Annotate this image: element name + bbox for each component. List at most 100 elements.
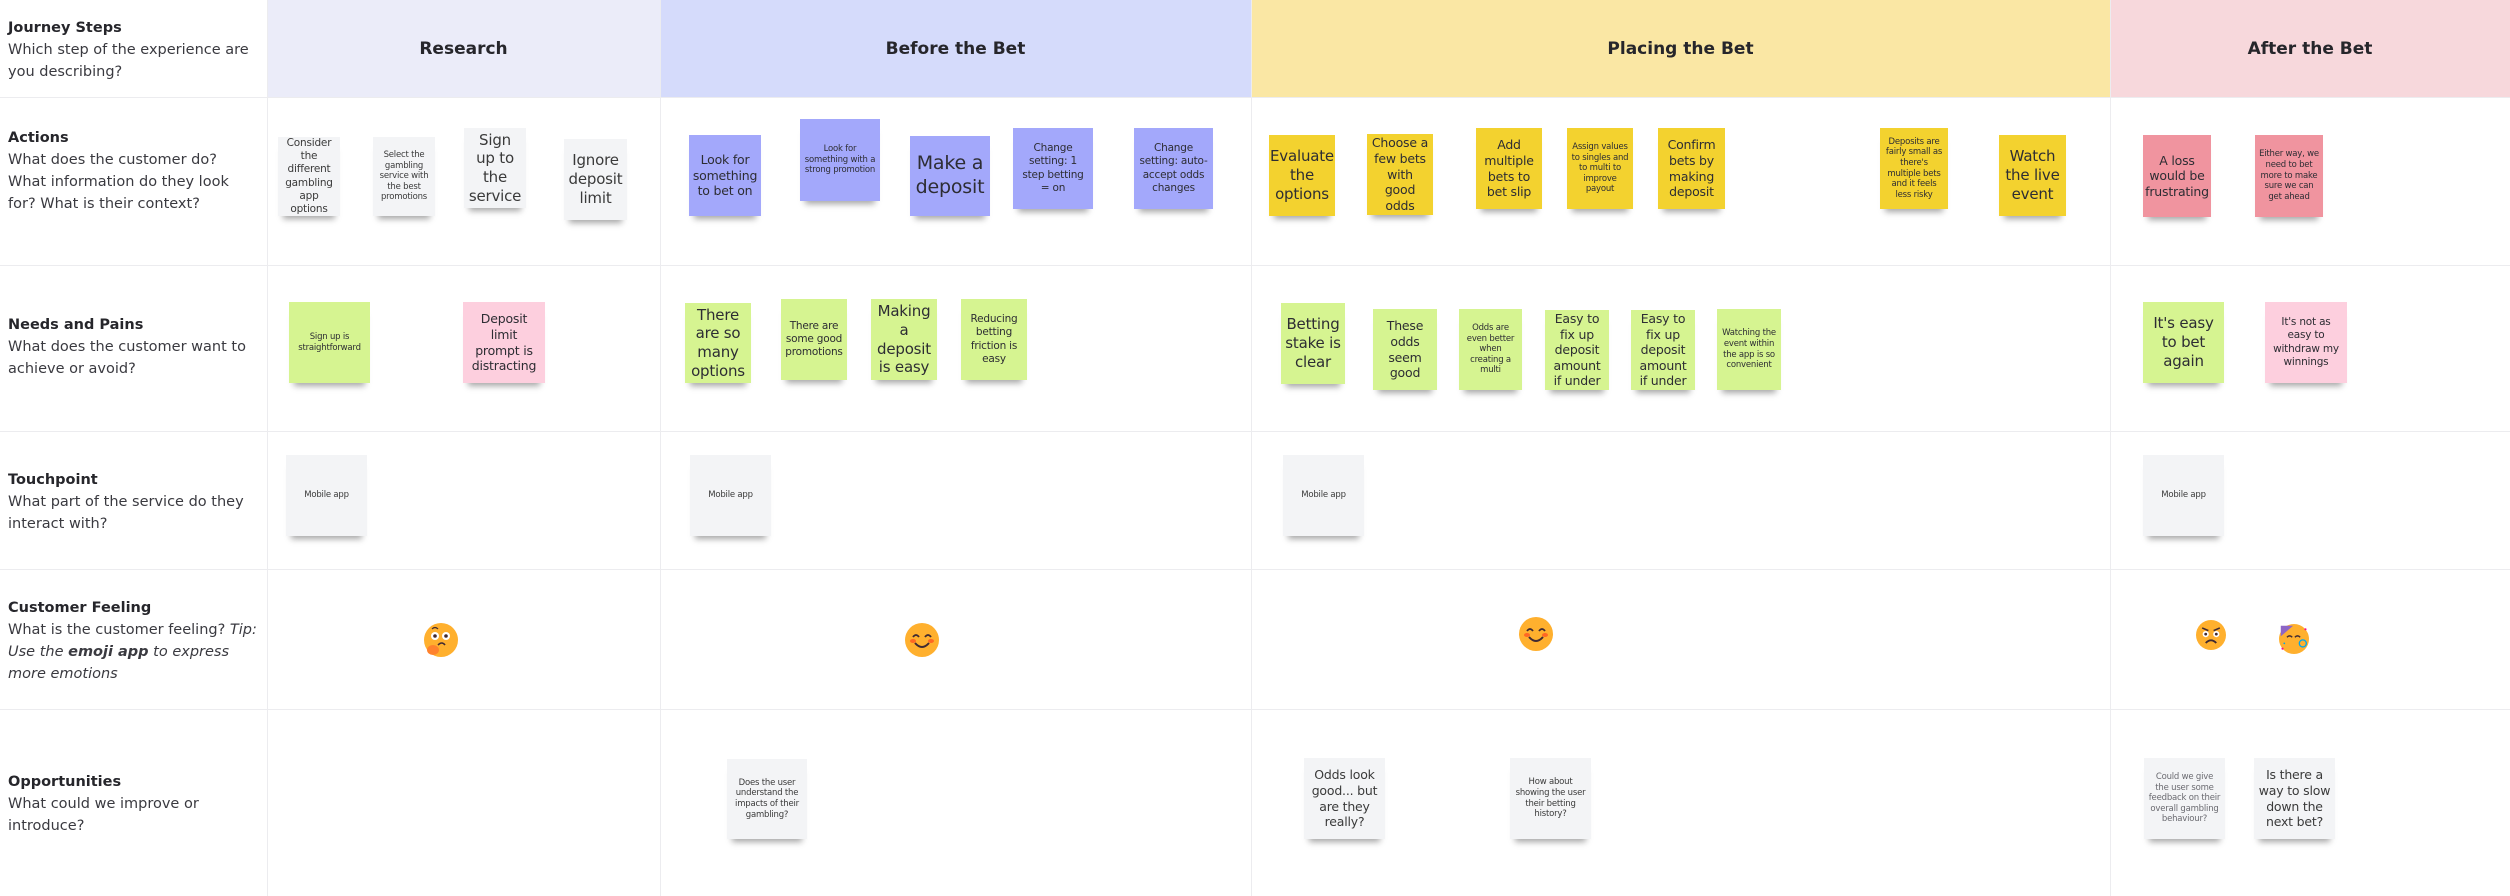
sticky-note[interactable]: Consider the different gambling app opti… [278, 137, 340, 216]
sticky-text: Sign up to the service [468, 130, 522, 205]
sticky-text: Make a deposit [915, 152, 985, 198]
sticky-note[interactable]: Watching the event within the app is so … [1717, 309, 1781, 390]
stage-label: Placing the Bet [1607, 38, 1754, 59]
emoji-app-link[interactable]: emoji app [68, 644, 148, 660]
sticky-note[interactable]: These odds seem good [1373, 309, 1437, 390]
sticky-text: Betting stake is clear [1285, 315, 1341, 371]
sticky-note[interactable]: Sign up to the service [464, 128, 526, 208]
row-label-customer-feeling: Customer Feeling What is the customer fe… [8, 597, 258, 685]
sticky-text: It's not as easy to withdraw my winnings [2273, 316, 2339, 368]
smiling-face-icon[interactable] [905, 623, 939, 657]
grid-divider [2110, 0, 2111, 896]
sticky-note[interactable]: Is there a way to slow down the next bet… [2254, 758, 2335, 839]
grid-divider [0, 265, 2510, 266]
sticky-text: Easy to fix up deposit amount if under [1553, 310, 1601, 389]
sticky-text: Confirm bets by making deposit [1667, 137, 1716, 200]
partying-face-icon[interactable] [2279, 624, 2309, 654]
sticky-note[interactable]: Betting stake is clear [1281, 303, 1345, 384]
sticky-note[interactable]: Look for something with a strong promoti… [800, 119, 880, 201]
row-label-actions: Actions What does the customer do? What … [8, 127, 258, 215]
sticky-note[interactable]: How about showing the user their betting… [1510, 758, 1591, 839]
sticky-note[interactable]: Easy to fix up deposit amount if under [1545, 310, 1609, 390]
sticky-note[interactable]: Watch the live event [1999, 135, 2066, 216]
sticky-text: Mobile app [304, 490, 349, 501]
tip-use: Use the [8, 644, 64, 660]
angry-face-icon[interactable] [2196, 620, 2226, 650]
sticky-note[interactable]: Look for something to bet on [689, 135, 761, 216]
row-label-journey-steps: Journey Steps Which step of the experien… [8, 17, 258, 83]
row-title: Touchpoint [8, 472, 98, 488]
stage-header-after-the-bet[interactable]: After the Bet [2110, 0, 2510, 97]
stage-label: After the Bet [2247, 38, 2373, 59]
sticky-text: Could we give the user some feedback on … [2148, 771, 2221, 825]
stage-label: Before the Bet [885, 38, 1026, 59]
sticky-text: A loss would be frustrating [2145, 152, 2209, 199]
sticky-note[interactable]: Evaluate the options [1269, 135, 1335, 216]
sticky-note[interactable]: Odds look good... but are they really? [1304, 758, 1385, 839]
row-title: Journey Steps [8, 20, 122, 36]
row-label-needs-and-pains: Needs and Pains What does the customer w… [8, 314, 258, 380]
sticky-note[interactable]: Choose a few bets with good odds [1367, 134, 1433, 215]
sticky-note[interactable]: Does the user understand the impacts of … [727, 759, 807, 839]
sticky-note[interactable]: Mobile app [690, 455, 771, 536]
sticky-note[interactable]: Deposit limit prompt is distracting [463, 302, 545, 383]
sticky-note[interactable]: A loss would be frustrating [2143, 135, 2211, 217]
sticky-note[interactable]: Odds are even better when creating a mul… [1459, 309, 1522, 390]
sticky-note[interactable]: There are some good promotions [781, 299, 847, 380]
sticky-text: Change setting: auto-accept odds changes [1139, 142, 1208, 194]
sticky-note[interactable]: Could we give the user some feedback on … [2144, 758, 2225, 839]
sticky-text: How about showing the user their betting… [1515, 777, 1586, 820]
tip-prefix: Tip: [229, 622, 257, 638]
sticky-note[interactable]: Either way, we need to bet more to make … [2255, 135, 2323, 217]
sticky-note[interactable]: Easy to fix up deposit amount if under [1631, 310, 1695, 390]
sticky-text: Making a deposit is easy [877, 302, 931, 377]
sticky-note[interactable]: Add multiple bets to bet slip [1476, 128, 1542, 209]
sticky-text: Reducing betting friction is easy [970, 313, 1018, 365]
sticky-text: Watching the event within the app is so … [1722, 328, 1776, 371]
sticky-text: Mobile app [1301, 490, 1346, 501]
grid-divider [0, 569, 2510, 570]
sticky-note[interactable]: Mobile app [286, 455, 367, 536]
row-question: What part of the service do they interac… [8, 494, 244, 532]
sticky-text: Easy to fix up deposit amount if under [1639, 310, 1687, 389]
sticky-note[interactable]: Change setting: auto-accept odds changes [1134, 128, 1213, 209]
thinking-face-icon[interactable] [424, 623, 458, 657]
sticky-note[interactable]: Sign up is straightforward [289, 302, 370, 383]
sticky-text: Odds look good... but are they really? [1311, 767, 1378, 830]
sticky-text: Does the user understand the impacts of … [735, 777, 799, 820]
sticky-text: Ignore deposit limit [568, 151, 623, 207]
sticky-note[interactable]: Confirm bets by making deposit [1658, 128, 1725, 209]
sticky-note[interactable]: Change setting: 1 step betting = on [1013, 128, 1093, 209]
sticky-note[interactable]: Deposits are fairly small as there's mul… [1880, 128, 1948, 209]
row-question: What could we improve or introduce? [8, 796, 199, 834]
sticky-text: It's easy to bet again [2153, 314, 2214, 370]
sticky-note[interactable]: Select the gambling service with the bes… [373, 137, 435, 216]
smiling-face-icon[interactable] [1519, 617, 1553, 651]
sticky-note[interactable]: Mobile app [2143, 455, 2224, 536]
row-title: Actions [8, 130, 69, 146]
sticky-note[interactable]: It's not as easy to withdraw my winnings [2265, 302, 2347, 383]
sticky-note[interactable]: Assign values to singles and to multi to… [1567, 128, 1633, 209]
stage-header-research[interactable]: Research [267, 0, 660, 97]
sticky-note[interactable]: Ignore deposit limit [564, 139, 627, 220]
stage-header-before-the-bet[interactable]: Before the Bet [660, 0, 1251, 97]
sticky-note[interactable]: Reducing betting friction is easy [961, 299, 1027, 380]
row-title: Opportunities [8, 774, 122, 790]
sticky-text: Assign values to singles and to multi to… [1571, 141, 1629, 195]
grid-divider [0, 431, 2510, 432]
sticky-text: There are some good promotions [785, 319, 843, 359]
sticky-note[interactable]: There are so many options [685, 303, 751, 383]
sticky-note[interactable]: It's easy to bet again [2143, 302, 2224, 383]
sticky-text: Sign up is straightforward [298, 331, 361, 353]
stage-header-placing-the-bet[interactable]: Placing the Bet [1251, 0, 2110, 97]
sticky-text: Change setting: 1 step betting = on [1022, 142, 1084, 194]
sticky-note[interactable]: Make a deposit [910, 136, 990, 216]
sticky-text: There are so many options [691, 305, 745, 380]
sticky-note[interactable]: Mobile app [1283, 455, 1364, 536]
grid-divider [0, 97, 2510, 98]
row-question: What does the customer do? What informat… [8, 152, 229, 212]
sticky-note[interactable]: Making a deposit is easy [871, 299, 937, 380]
grid-divider [267, 0, 268, 896]
sticky-text: Consider the different gambling app opti… [285, 137, 333, 215]
sticky-text: Mobile app [2161, 490, 2206, 501]
